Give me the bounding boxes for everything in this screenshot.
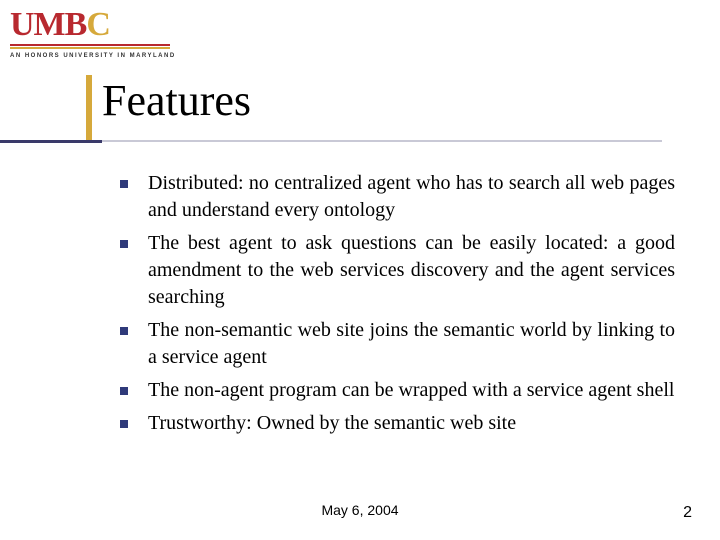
bullet-text: The best agent to ask questions can be e…: [148, 230, 675, 311]
title-rule-light: [102, 140, 662, 142]
logo-tagline: AN HONORS UNIVERSITY IN MARYLAND: [10, 53, 176, 59]
list-item: Distributed: no centralized agent who ha…: [120, 170, 675, 224]
bullet-square-icon: [120, 420, 128, 428]
slide-title: Features: [102, 75, 662, 126]
footer-date: May 6, 2004: [0, 502, 720, 518]
bullet-square-icon: [120, 327, 128, 335]
list-item: The non-semantic web site joins the sema…: [120, 317, 675, 371]
list-item: Trustworthy: Owned by the semantic web s…: [120, 410, 675, 437]
bullet-text: The non-semantic web site joins the sema…: [148, 317, 675, 371]
bullet-square-icon: [120, 240, 128, 248]
bullet-text: The non-agent program can be wrapped wit…: [148, 377, 675, 404]
page-number: 2: [683, 504, 692, 522]
logo: UMBC AN HONORS UNIVERSITY IN MARYLAND: [10, 8, 176, 59]
bullet-square-icon: [120, 387, 128, 395]
logo-wordmark: UMBC: [10, 8, 176, 42]
bullet-text: Distributed: no centralized agent who ha…: [148, 170, 675, 224]
logo-text-accent: C: [86, 6, 110, 43]
title-rule-dark: [0, 140, 102, 143]
body-content: Distributed: no centralized agent who ha…: [120, 170, 675, 443]
logo-text-main: UMB: [10, 6, 86, 43]
bullet-text: Trustworthy: Owned by the semantic web s…: [148, 410, 675, 437]
logo-underline-gold: [10, 47, 170, 49]
bullet-square-icon: [120, 180, 128, 188]
slide: UMBC AN HONORS UNIVERSITY IN MARYLAND Fe…: [0, 0, 720, 540]
list-item: The non-agent program can be wrapped wit…: [120, 377, 675, 404]
logo-underline-red: [10, 44, 170, 46]
list-item: The best agent to ask questions can be e…: [120, 230, 675, 311]
title-accent-bar: [86, 75, 92, 140]
title-container: Features: [102, 75, 662, 126]
